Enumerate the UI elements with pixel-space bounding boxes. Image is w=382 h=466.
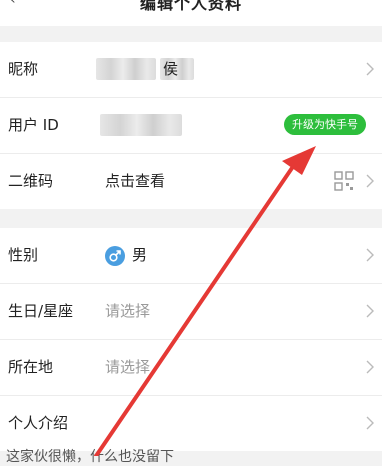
- user-id-row[interactable]: 用户 ID 升级为快手号: [0, 98, 382, 154]
- chevron-right-icon: [366, 416, 374, 430]
- nickname-redacted: [96, 58, 156, 80]
- birthday-label: 生日/星座: [8, 302, 74, 320]
- gender-label: 性别: [8, 246, 39, 264]
- qr-code-label: 二维码: [8, 172, 54, 190]
- intro-label: 个人介绍: [8, 414, 69, 432]
- user-id-redacted: [100, 114, 182, 136]
- page-title: 编辑个人资料: [139, 0, 242, 13]
- birthday-row[interactable]: 生日/星座 请选择: [0, 284, 382, 340]
- birthday-placeholder: 请选择: [105, 302, 151, 320]
- account-group: 昵称 侯 用户 ID 升级为快手号 二维码 点击查看: [0, 42, 382, 209]
- more-icon[interactable]: ···: [355, 0, 368, 7]
- user-id-label: 用户 ID: [8, 116, 59, 134]
- location-row[interactable]: 所在地 请选择: [0, 340, 382, 396]
- qr-code-row[interactable]: 二维码 点击查看: [0, 154, 382, 209]
- gender-row[interactable]: 性别 男: [0, 228, 382, 284]
- upgrade-badge[interactable]: 升级为快手号: [284, 114, 366, 135]
- qr-code-icon: [334, 171, 354, 191]
- top-navigation-bar: ‹ 编辑个人资料 ···: [0, 0, 382, 26]
- chevron-right-icon: [366, 62, 374, 76]
- male-icon: [105, 246, 125, 266]
- chevron-right-icon: [366, 248, 374, 262]
- intro-partial-text: 这家伙很懒，什么也没留下: [6, 449, 174, 465]
- nickname-row[interactable]: 昵称 侯: [0, 42, 382, 98]
- details-group: 性别 男 生日/星座 请选择 所在地 请选择 个人介绍: [0, 228, 382, 451]
- qr-view-link[interactable]: 点击查看: [105, 154, 165, 209]
- chevron-right-icon: [366, 304, 374, 318]
- location-label: 所在地: [8, 358, 54, 376]
- gender-value: 男: [132, 246, 148, 264]
- location-placeholder: 请选择: [105, 358, 151, 376]
- intro-row[interactable]: 个人介绍: [0, 396, 382, 451]
- chevron-right-icon: [366, 174, 374, 188]
- nickname-label: 昵称: [8, 60, 39, 78]
- chevron-right-icon: [366, 360, 374, 374]
- nickname-value: 侯: [163, 60, 179, 78]
